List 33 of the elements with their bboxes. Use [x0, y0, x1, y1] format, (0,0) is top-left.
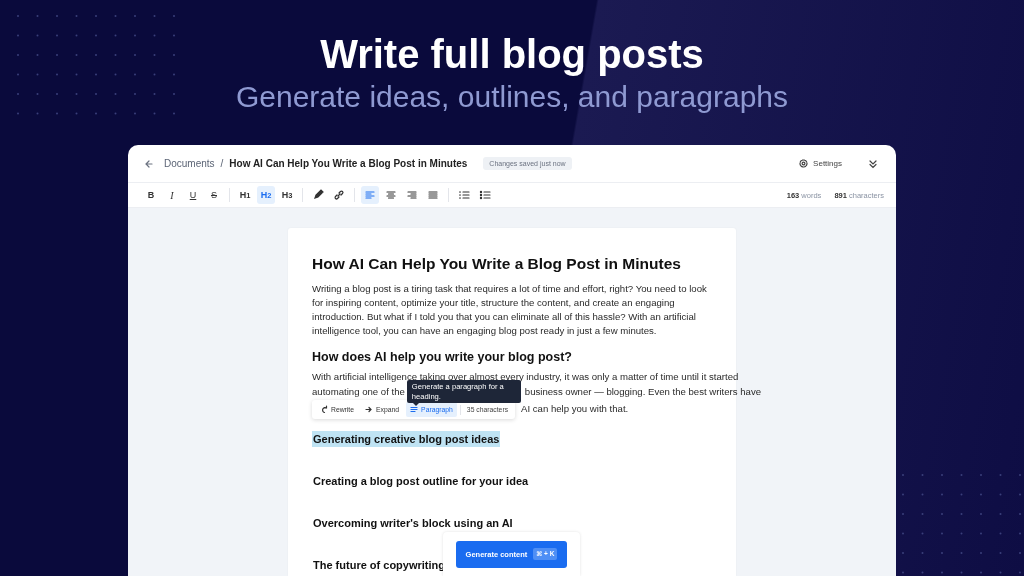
document-title: How AI Can Help You Write a Blog Post in Minutes [229, 158, 468, 169]
bullet-list-icon[interactable] [479, 189, 491, 201]
back-arrow-icon[interactable] [144, 158, 154, 169]
outline-heading: Overcoming writer's block using an AI [312, 516, 514, 531]
format-button[interactable]: B [142, 186, 160, 204]
settings-button[interactable]: Settings [795, 155, 846, 172]
format-button[interactable]: S [205, 186, 223, 204]
paragraph: Writing a blog post is a tiring task that requires a lot of time and effort, right? You need to look for inspiring content, optimize your title, structure the content, and create an engaging introduction. But what if I told you that you can eliminate all of this hassle? With an artificial intelligence tool, you can have an engaging blog post ready in just a few minutes. [312, 282, 708, 338]
breadcrumb-separator: / [220, 158, 224, 169]
outline-heading: The future of copywriting [312, 558, 446, 573]
highlighter-icon[interactable] [312, 189, 324, 201]
numbered-list-icon[interactable] [458, 189, 470, 201]
section-heading: How does AI help you write your blog post? [312, 349, 573, 366]
settings-icon [799, 159, 809, 168]
refresh-icon [320, 405, 328, 414]
align-justify-icon[interactable] [427, 189, 439, 201]
format-button[interactable]: U [184, 186, 202, 204]
format-button[interactable]: I [163, 186, 181, 204]
document-heading: How AI Can Help You Write a Blog Post in Minutes [312, 254, 682, 274]
paragraph-line: automating one of the [312, 384, 405, 399]
chevrons-down-icon [868, 158, 878, 169]
align-right-icon[interactable] [406, 189, 418, 201]
lines-icon [410, 405, 419, 414]
hero-title: Write full blog posts [320, 31, 704, 78]
arrow-icon [365, 405, 374, 414]
outline-heading: Creating a blog post outline for your idea [312, 474, 530, 489]
breadcrumb-link[interactable]: Documents [164, 158, 215, 169]
paragraph-line: business owner — blogging. Even the best writers have [524, 384, 762, 399]
paragraph-line: AI can help you with that. [521, 402, 629, 416]
align-center-icon[interactable] [385, 189, 397, 201]
hero-subtitle: Generate ideas, outlines, and paragraphs [235, 79, 788, 115]
link-icon[interactable] [333, 189, 345, 201]
outline-heading: Generating creative blog post ideas [312, 431, 501, 447]
